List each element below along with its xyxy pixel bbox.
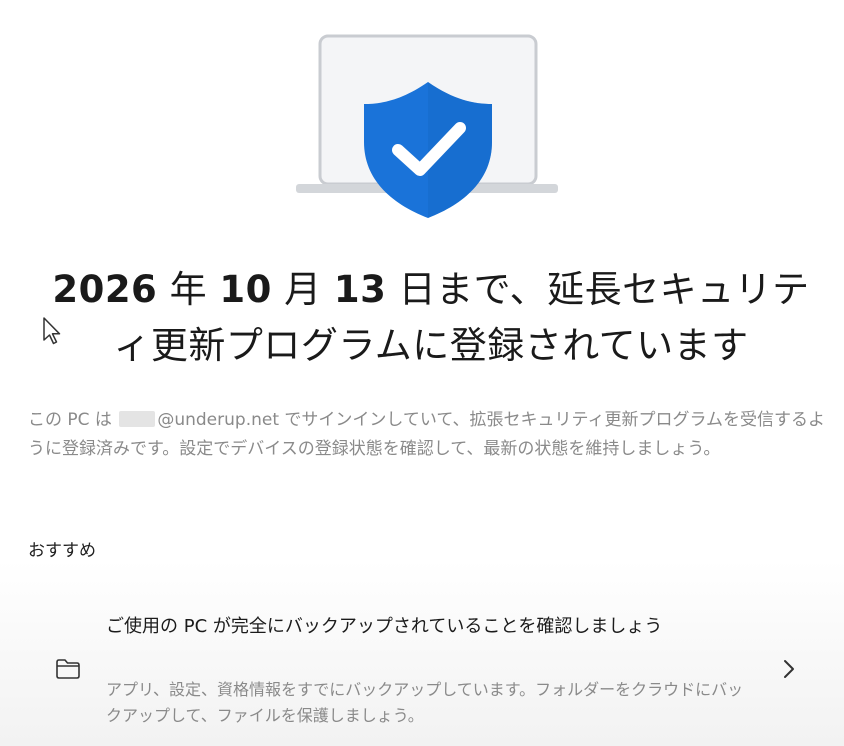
title-year-unit: 年: [157, 268, 220, 311]
registration-description: この PC は @underup.net でサインインしていて、拡張セキュリティ…: [28, 406, 828, 464]
backup-card-title: ご使用の PC が完全にバックアップされていることを確認しましょう: [106, 616, 663, 637]
description-prefix: この PC は: [28, 410, 112, 430]
title-line1-rest: 日まで、延長セキュリテ: [386, 268, 810, 311]
backup-card-subtitle: アプリ、設定、資格情報をすでにバックアップしています。フォルダーをクラウドにバッ…: [106, 680, 744, 725]
account-email-domain: @underup.net: [157, 410, 279, 430]
redacted-account-name: [119, 411, 156, 427]
page-title: 2026 年 10 月 13 日まで、延長セキュリテ ィ更新プログラムに登録され…: [36, 262, 826, 374]
mouse-cursor-icon: [43, 317, 61, 345]
hero-illustration: [0, 0, 844, 240]
chevron-right-icon[interactable]: [780, 658, 798, 680]
title-month: 10: [219, 268, 272, 311]
title-month-unit: 月: [271, 268, 334, 311]
title-day: 13: [333, 268, 387, 311]
recommended-heading: おすすめ: [28, 541, 96, 561]
title-year: 2026: [52, 268, 158, 311]
title-line2: ィ更新プログラムに登録されています: [113, 324, 749, 367]
shield-check-icon: [364, 82, 492, 218]
folder-icon: [56, 659, 80, 679]
